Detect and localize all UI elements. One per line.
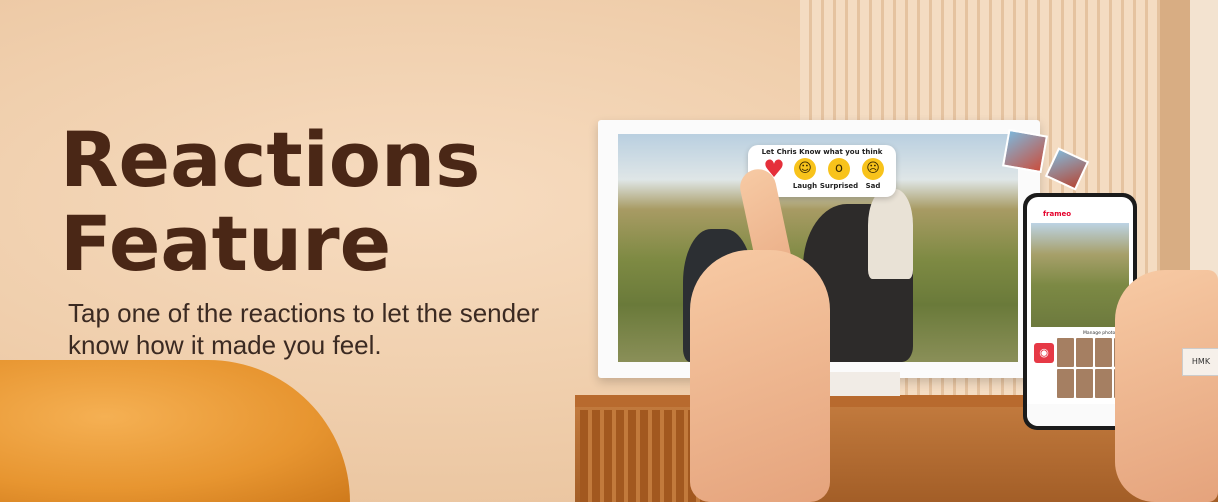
- app-logo: frameo: [1043, 210, 1072, 218]
- manage-photos-link[interactable]: Manage photos: [1083, 331, 1118, 336]
- reaction-label-sad: Sad: [865, 182, 881, 190]
- phone-photo-preview: [1031, 223, 1129, 327]
- right-hand: [1115, 270, 1218, 502]
- promo-banner: Reactions Feature Tap one of the reactio…: [0, 0, 1218, 502]
- photo-tile[interactable]: [1076, 369, 1093, 398]
- photo-tile[interactable]: [1095, 338, 1112, 367]
- laugh-emoji-icon[interactable]: ☺: [794, 158, 816, 180]
- shelf-decoration: HMK: [1182, 348, 1218, 376]
- photo-tile[interactable]: [1057, 369, 1074, 398]
- child: [868, 189, 913, 279]
- banner-subtitle: Tap one of the reactions to let the send…: [68, 298, 540, 360]
- photo-tile[interactable]: [1057, 338, 1074, 367]
- left-hand: [690, 250, 830, 502]
- camera-icon[interactable]: ◉: [1034, 343, 1054, 363]
- photo-tile[interactable]: [1095, 369, 1112, 398]
- page-title: Reactions Feature: [60, 115, 481, 288]
- sent-photo-thumbnail: [1002, 128, 1048, 174]
- photo-tile[interactable]: [1076, 338, 1093, 367]
- sad-emoji-icon[interactable]: ☹: [862, 158, 884, 180]
- surprised-emoji-icon[interactable]: o: [828, 158, 850, 180]
- orange-sofa: [0, 360, 350, 502]
